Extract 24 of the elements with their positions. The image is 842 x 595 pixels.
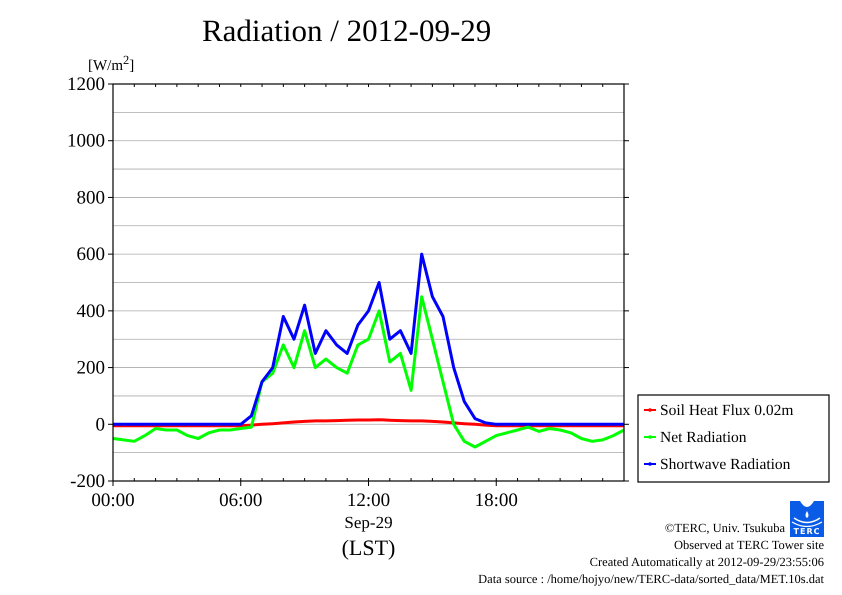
y-tick-label: 200	[76, 358, 105, 379]
credit-text: Observed at TERC Tower site	[674, 537, 824, 554]
legend-label: Soil Heat Flux 0.02m	[660, 402, 794, 419]
x-tick-label: 06:00	[219, 490, 262, 511]
x-tick-label: 18:00	[474, 490, 518, 511]
x-tick-label: 00:00	[91, 490, 135, 511]
y-tick-label: -200	[70, 471, 105, 492]
chart-title: Radiation / 2012-09-29	[201, 12, 492, 50]
credit-text: Created Automatically at 2012-09-29/23:55:06	[590, 554, 824, 571]
y-tick-label: 400	[76, 300, 105, 322]
credit-text: Data source : /home/hojyo/new/TERC-data/sorted_data/MET.10s.dat	[478, 571, 824, 588]
y-axis-unit: [W/m$^{2}$]	[88, 58, 134, 74]
x-tick-label: 12:00	[346, 490, 390, 511]
y-tick-label: 600	[76, 244, 105, 266]
logo: TERC	[790, 501, 824, 537]
credit-text: ©TERC, Univ. Tsukuba	[664, 520, 785, 537]
y-tick-label: 0	[96, 414, 105, 436]
x-axis-label: Sep-29	[344, 513, 393, 532]
y-tick-label: 800	[76, 187, 105, 208]
time-zone-label: (LST)	[342, 535, 396, 560]
legend-label: Shortwave Radiation	[660, 456, 790, 473]
legend-label: Net Radiation	[660, 429, 747, 446]
y-tick-label: 1200	[67, 74, 105, 95]
y-tick-label: 1000	[67, 130, 105, 152]
